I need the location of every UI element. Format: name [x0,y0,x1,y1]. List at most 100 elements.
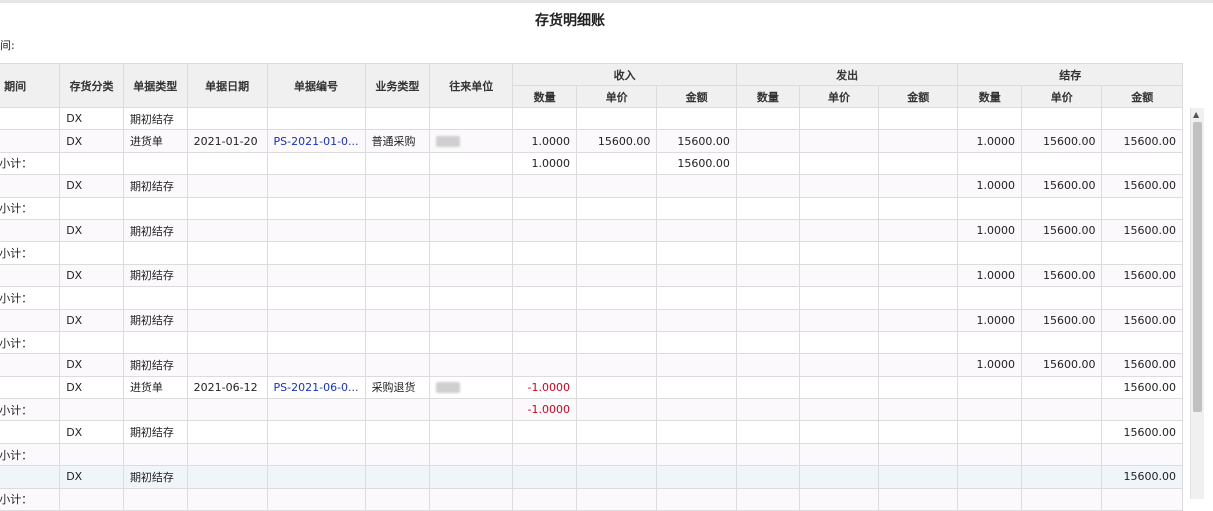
in-amount-cell [656,398,737,422]
header-doc-type[interactable]: 单据类型 [122,63,188,108]
header-group-out: 发出 [735,63,959,86]
in-amount-cell [656,330,737,355]
header-out-amount[interactable]: 金额 [878,85,959,108]
category-cell [59,330,124,355]
scroll-up-arrow-icon[interactable]: ▲ [1193,110,1199,119]
table-row[interactable]: -04DX期初结存1.000015600.0015600.00 [0,263,1183,288]
scrollbar-thumb[interactable] [1193,122,1202,412]
table-row[interactable]: -02)小计： [0,196,1183,220]
table-row[interactable]: -03)小计： [0,241,1183,265]
table-row[interactable]: -06DX期初结存1.000015600.0015600.00 [0,353,1183,377]
header-partner[interactable]: 往来单位 [429,63,514,108]
header-out-qty[interactable]: 数量 [735,85,800,108]
out-amount-cell [878,398,959,422]
balance-qty-cell [957,420,1023,444]
balance-price-cell [1021,151,1103,176]
header-balance-price[interactable]: 单价 [1021,85,1103,108]
table-row[interactable]: -02DX期初结存1.000015600.0015600.00 [0,174,1183,198]
header-period[interactable]: 期间 [0,63,61,108]
table-row[interactable]: -03DX期初结存1.000015600.0015600.00 [0,218,1183,243]
out-amount-cell [878,196,959,220]
table-row[interactable]: -05DX期初结存1.000015600.0015600.00 [0,308,1183,332]
table-row[interactable]: -08DX期初结存 15600.00 [0,465,1183,489]
in-price-cell [575,442,658,467]
biz-type-cell [364,174,431,198]
header-in-price[interactable]: 单价 [575,85,658,108]
partner-cell [429,398,514,422]
table-row[interactable]: -01DX期初结存 [0,106,1183,131]
period-cell: -04)小计： [0,286,61,310]
balance-price-cell [1021,196,1103,220]
doc-no-link [266,218,366,243]
out-price-cell [798,263,880,288]
in-price-cell [575,465,658,489]
in-price-cell [575,218,658,243]
header-in-qty[interactable]: 数量 [512,85,577,108]
out-amount-cell [878,353,959,377]
balance-price-cell: 15600.00 [1021,308,1103,332]
out-price-cell [798,308,880,332]
table-row[interactable]: -08)小计： [0,487,1183,511]
doc-no-link [266,308,366,332]
out-qty-cell [735,241,800,265]
in-qty-cell [512,353,577,377]
doc-type-cell [122,286,188,310]
in-qty-cell: 1.0000 [512,129,577,153]
out-amount-cell [878,129,959,153]
doc-no-link [266,465,366,489]
balance-qty-cell [957,375,1023,400]
table-row[interactable]: -05)小计： [0,330,1183,355]
header-category[interactable]: 存货分类 [59,63,124,108]
in-qty-cell [512,442,577,467]
period-cell: -05 [0,308,61,332]
doc-type-cell [122,487,188,511]
header-out-price[interactable]: 单价 [798,85,880,108]
biz-type-cell [364,398,431,422]
table-row[interactable]: -06DX进货单2021-06-12PS-2021-06-0...采购退货 -1.… [0,375,1183,400]
out-qty-cell [735,106,800,131]
balance-qty-cell [957,330,1023,355]
out-price-cell [798,151,880,176]
doc-no-link[interactable]: PS-2021-01-0... [266,129,366,153]
period-cell: -02 [0,174,61,198]
doc-no-link [266,241,366,265]
biz-type-cell [364,330,431,355]
partner-cell [429,308,514,332]
out-qty-cell [735,286,800,310]
table-row[interactable]: -01)小计： 1.0000 15600.00 [0,151,1183,176]
header-balance-qty[interactable]: 数量 [957,85,1023,108]
table-row[interactable]: -01DX进货单2021-01-20PS-2021-01-0...普通采购 1.0… [0,129,1183,153]
balance-qty-cell [957,465,1023,489]
out-amount-cell [878,487,959,511]
in-price-cell [575,263,658,288]
balance-amount-cell [1101,106,1183,131]
period-cell: -01 [0,106,61,131]
header-biz-type[interactable]: 业务类型 [364,63,431,108]
in-amount-cell [656,106,737,131]
table-row[interactable]: -07)小计： [0,442,1183,467]
biz-type-cell [364,196,431,220]
doc-no-link [266,442,366,467]
header-doc-no[interactable]: 单据编号 [266,63,366,108]
partner-cell [429,174,514,198]
table-row[interactable]: -06)小计： -1.0000 [0,398,1183,422]
header-balance-amount[interactable]: 金额 [1101,85,1183,108]
doc-no-link [266,487,366,511]
table-row[interactable]: -07DX期初结存 15600.00 [0,420,1183,444]
table-row[interactable]: -04)小计： [0,286,1183,310]
balance-qty-cell: 1.0000 [957,308,1023,332]
period-cell: -06)小计： [0,398,61,422]
period-cell: -02)小计： [0,196,61,220]
doc-no-link [266,106,366,131]
header-in-amount[interactable]: 金额 [656,85,737,108]
out-amount-cell [878,286,959,310]
header-doc-date[interactable]: 单据日期 [186,63,268,108]
balance-amount-cell [1101,398,1183,422]
out-price-cell [798,398,880,422]
doc-date-cell [186,174,268,198]
doc-no-link[interactable]: PS-2021-06-0... [266,375,366,400]
doc-date-cell: 2021-06-12 [186,375,268,400]
vertical-scrollbar[interactable]: ▲ [1190,108,1204,499]
out-amount-cell [878,375,959,400]
period-cell: -07)小计： [0,442,61,467]
